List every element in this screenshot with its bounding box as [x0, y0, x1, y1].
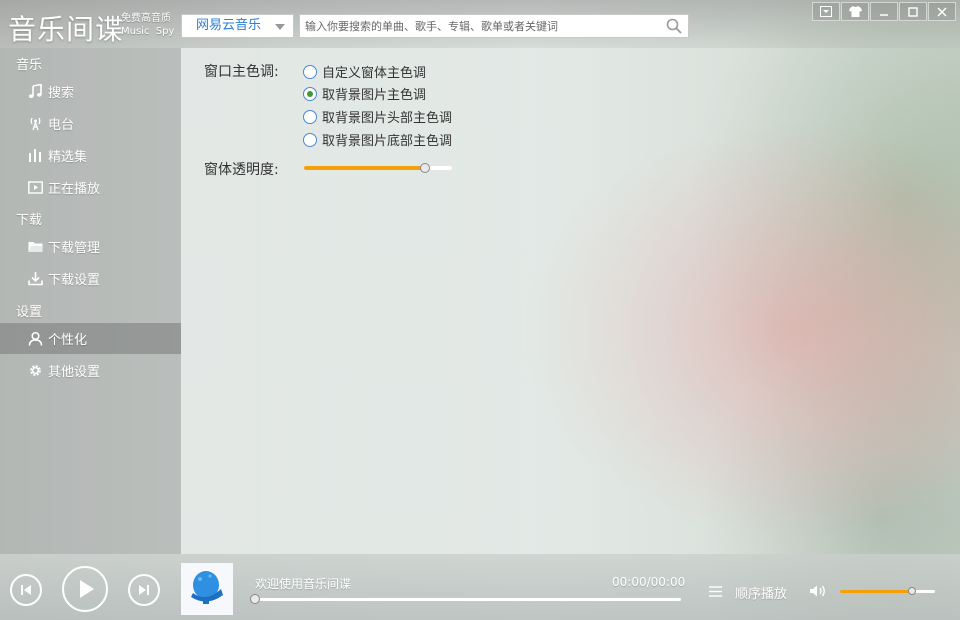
sidebar-section-download: 下载: [16, 213, 43, 228]
progress-thumb[interactable]: [250, 594, 260, 604]
search-icon[interactable]: [666, 18, 682, 34]
theme-option-label: 取背景图片底部主色调: [322, 134, 453, 149]
search-box[interactable]: [299, 14, 689, 38]
skip-next-icon: [139, 585, 149, 595]
sidebar-item-label: 下载设置: [48, 273, 101, 288]
sidebar-item-label: 其他设置: [48, 365, 101, 380]
sidebar-item-personalize[interactable]: 个性化: [0, 323, 181, 354]
chevron-down-icon: [275, 24, 285, 30]
opacity-slider-fill: [304, 166, 426, 170]
radio-button[interactable]: [303, 64, 317, 79]
player-bar: 欢迎使用音乐间谍 00:00/00:00 顺序播放: [0, 554, 960, 620]
sidebar-item-label: 下载管理: [48, 241, 101, 256]
window-controls: [811, 2, 956, 22]
dropdown-box-icon: [820, 6, 832, 17]
play-button[interactable]: [62, 566, 108, 612]
app-logo-subtitle: 免费高音质 Music Spy: [121, 12, 174, 38]
theme-color-label: 窗口主色调:: [204, 64, 279, 80]
sidebar-item-other-settings[interactable]: 其他设置: [0, 355, 181, 386]
music-note-icon: [28, 84, 42, 98]
sidebar-item-download-settings[interactable]: 下载设置: [0, 263, 181, 294]
minimize-icon: [880, 13, 888, 16]
opacity-slider[interactable]: [304, 163, 452, 173]
play-mode-button[interactable]: 顺序播放: [735, 583, 787, 602]
tshirt-icon: [848, 6, 862, 17]
sidebar-item-label: 搜索: [48, 86, 75, 101]
radio-button-checked[interactable]: [303, 86, 317, 101]
volume-slider[interactable]: [840, 587, 935, 595]
theme-option-bg-top[interactable]: 取背景图片头部主色调: [303, 107, 452, 126]
personalize-panel: 窗口主色调: 自定义窗体主色调 取背景图片主色调 取背景图片头部主色调 取背景图…: [181, 48, 960, 554]
sidebar-item-label: 电台: [48, 118, 75, 133]
progress-bar[interactable]: [250, 594, 681, 604]
app-logo: 音乐间谍: [8, 13, 125, 46]
theme-option-custom[interactable]: 自定义窗体主色调: [303, 62, 426, 81]
logo-sub-line2: Music Spy: [121, 26, 175, 37]
sidebar-section-settings: 设置: [16, 305, 43, 320]
next-button[interactable]: [128, 574, 160, 606]
sidebar-item-search[interactable]: 搜索: [0, 76, 181, 107]
sidebar-item-collection[interactable]: 精选集: [0, 140, 181, 171]
opacity-label: 窗体透明度:: [204, 162, 279, 178]
theme-option-label: 取背景图片主色调: [322, 88, 427, 103]
volume-fill: [840, 590, 913, 593]
sidebar-item-label: 正在播放: [48, 182, 101, 197]
user-icon: [28, 331, 43, 346]
skip-previous-icon: [21, 585, 31, 595]
music-source-select[interactable]: 网易云音乐: [181, 14, 294, 38]
sidebar-item-label: 个性化: [48, 333, 88, 348]
volume-thumb[interactable]: [908, 587, 917, 595]
maximize-icon: [908, 6, 918, 17]
sidebar-item-radio[interactable]: 电台: [0, 108, 181, 139]
previous-button[interactable]: [10, 574, 42, 606]
sidebar: 音乐 搜索 电台 精选集 正在播放 下载 下载管理 下载设置 设置 个性化 其他…: [0, 48, 181, 554]
skin-menu-button[interactable]: [812, 2, 840, 21]
bars-icon: [29, 149, 41, 162]
music-source-value: 网易云音乐: [196, 18, 262, 33]
theme-option-bg-bottom[interactable]: 取背景图片底部主色调: [303, 130, 452, 149]
radio-button[interactable]: [303, 109, 317, 124]
theme-option-label: 取背景图片头部主色调: [322, 111, 453, 126]
hat-logo-icon: [191, 571, 223, 604]
volume-icon[interactable]: [809, 584, 827, 598]
folder-icon: [28, 242, 43, 252]
theme-option-label: 自定义窗体主色调: [322, 66, 427, 81]
skin-button[interactable]: [841, 2, 869, 21]
minimize-button[interactable]: [870, 2, 898, 21]
sidebar-item-label: 精选集: [48, 150, 88, 165]
sidebar-section-music: 音乐: [16, 58, 43, 73]
search-input[interactable]: [300, 15, 650, 37]
track-time: 00:00/00:00: [612, 575, 686, 589]
radio-button[interactable]: [303, 132, 317, 147]
close-icon: [937, 6, 947, 17]
sidebar-item-download-manager[interactable]: 下载管理: [0, 231, 181, 262]
opacity-slider-thumb[interactable]: [420, 163, 431, 173]
maximize-button[interactable]: [899, 2, 927, 21]
playlist-icon[interactable]: [708, 585, 723, 598]
play-icon: [80, 580, 94, 598]
gear-icon: [30, 365, 41, 376]
track-title: 欢迎使用音乐间谍: [255, 577, 352, 591]
close-button[interactable]: [928, 2, 956, 21]
sidebar-item-now-playing[interactable]: 正在播放: [0, 172, 181, 203]
download-icon: [28, 272, 43, 286]
play-screen-icon: [28, 181, 43, 194]
album-cover[interactable]: [181, 563, 233, 615]
logo-sub-line1: 免费高音质: [121, 13, 171, 24]
radio-antenna-icon: [30, 117, 41, 131]
theme-option-bg-main[interactable]: 取背景图片主色调: [303, 84, 426, 103]
